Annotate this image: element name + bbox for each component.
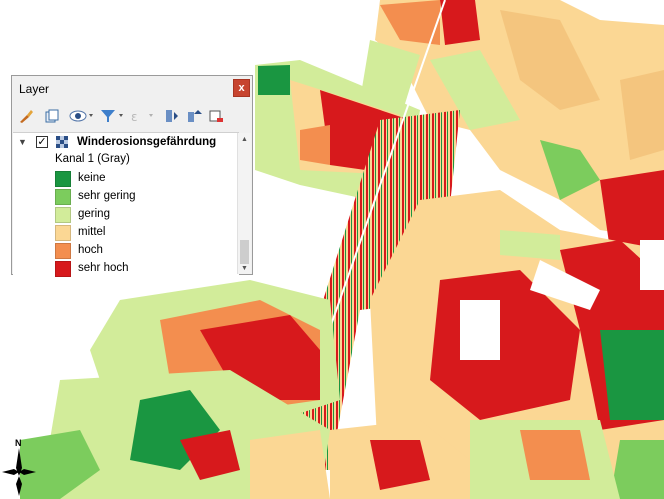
- legend-swatch: [55, 171, 71, 187]
- map-region-bottom: [330, 420, 620, 499]
- scroll-down-arrow-icon[interactable]: ▼: [238, 262, 251, 274]
- legend-swatch: [55, 189, 71, 205]
- scroll-up-arrow-icon[interactable]: ▲: [238, 133, 251, 145]
- legend-item: keine: [55, 171, 225, 189]
- legend-item: hoch: [55, 243, 225, 261]
- eye-icon[interactable]: [68, 106, 96, 126]
- expand-all-icon[interactable]: [162, 106, 182, 126]
- svg-text:ε: ε: [131, 110, 138, 124]
- legend-label: sehr gering: [78, 190, 136, 202]
- north-arrow: N: [2, 438, 42, 496]
- paintbrush-icon[interactable]: [16, 106, 36, 126]
- filter-expression-icon[interactable]: ε: [128, 106, 156, 126]
- legend-label: hoch: [78, 244, 103, 256]
- close-button[interactable]: x: [233, 79, 250, 97]
- band-label: Kanal 1 (Gray): [55, 153, 130, 165]
- legend-item: sehr hoch: [55, 261, 225, 279]
- filter-icon[interactable]: [98, 106, 126, 126]
- expand-arrow-icon[interactable]: ▼: [18, 137, 27, 147]
- legend-label: sehr hoch: [78, 262, 129, 274]
- scroll-thumb[interactable]: [240, 240, 249, 264]
- legend-item: sehr gering: [55, 189, 225, 207]
- layer-toolbar: ε: [16, 106, 248, 128]
- legend-label: keine: [78, 172, 106, 184]
- add-group-icon[interactable]: [42, 106, 62, 126]
- legend-label: mittel: [78, 226, 106, 238]
- legend-swatch: [55, 207, 71, 223]
- collapse-all-icon[interactable]: [184, 106, 204, 126]
- layer-tree: ▼ ✓ Winderosionsgefährdung Kanal 1 (Gray…: [13, 132, 239, 277]
- remove-layer-icon[interactable]: [206, 106, 226, 126]
- legend-swatch: [55, 261, 71, 277]
- legend-item: gering: [55, 207, 225, 225]
- tree-scrollbar[interactable]: ▲ ▼: [237, 133, 251, 274]
- layer-name: Winderosionsgefährdung: [77, 136, 217, 148]
- layer-row[interactable]: ▼ ✓ Winderosionsgefährdung: [13, 135, 223, 153]
- layer-checkbox[interactable]: ✓: [36, 136, 48, 148]
- legend-label: gering: [78, 208, 110, 220]
- legend-item: mittel: [55, 225, 225, 243]
- legend-swatch: [55, 225, 71, 241]
- layer-panel: Layer x ε ▼ ✓ Winderosionsgefährdung Kan…: [11, 75, 253, 277]
- legend-swatch: [55, 243, 71, 259]
- panel-title: Layer: [19, 82, 50, 96]
- raster-layer-icon: [56, 136, 69, 149]
- compass-rose-icon: [2, 448, 36, 496]
